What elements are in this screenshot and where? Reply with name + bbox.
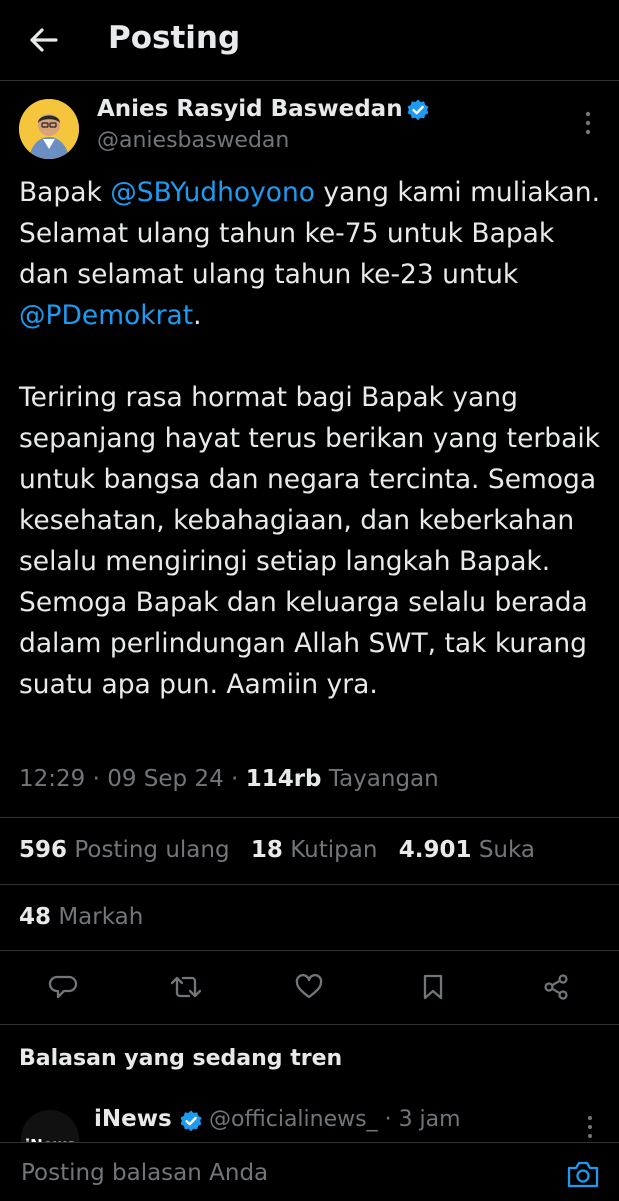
reply-more-options-button[interactable] <box>580 1114 600 1140</box>
stats-row: 596 Posting ulang 18 Kutipan 4.901 Suka <box>19 837 549 863</box>
camera-button[interactable] <box>566 1159 600 1189</box>
tweet-meta: 12:29 · 09 Sep 24 · 114rb Tayangan <box>19 766 439 792</box>
tweet-text-segment: Bapak <box>19 177 111 208</box>
reply-icon <box>48 975 78 999</box>
reposts-label: Posting ulang <box>74 837 230 863</box>
bookmarks-count: 48 <box>19 904 52 930</box>
reply-composer <box>0 1142 619 1201</box>
author-avatar[interactable] <box>19 99 79 159</box>
views-label: Tayangan <box>328 766 439 792</box>
more-options-button[interactable] <box>578 108 598 138</box>
tweet-date[interactable]: 09 Sep 24 <box>107 766 224 792</box>
likes-stat[interactable]: 4.901 Suka <box>399 837 535 863</box>
share-button[interactable] <box>531 962 581 1012</box>
tweet-time[interactable]: 12:29 <box>19 766 85 792</box>
like-icon <box>295 974 323 999</box>
reply-meta: @officialinews_ · 3 jam <box>209 1107 461 1132</box>
camera-icon <box>567 1161 599 1188</box>
tweet-text-segment: . <box>193 300 202 331</box>
tweet-paragraph-2: Teriring rasa hormat bagi Bapak yang sep… <box>19 382 601 700</box>
bookmarks-stat[interactable]: 48 Markah <box>19 904 143 930</box>
arrow-left-icon <box>30 28 58 52</box>
action-bar <box>0 962 619 1012</box>
likes-label: Suka <box>478 837 535 863</box>
more-vertical-icon <box>585 111 591 135</box>
views-count: 114rb <box>245 766 322 792</box>
share-icon <box>544 974 568 1000</box>
top-bar: Posting <box>0 0 619 81</box>
reply-author-name[interactable]: iNews <box>94 1106 172 1132</box>
reposts-stat[interactable]: 596 Posting ulang <box>19 837 230 863</box>
bookmarks-row: 48 Markah <box>19 904 157 930</box>
quotes-label: Kutipan <box>290 837 378 863</box>
more-vertical-icon <box>588 1116 592 1138</box>
author-name[interactable]: Anies Rasyid Baswedan <box>97 96 403 122</box>
author-avatar-illustration <box>19 99 79 159</box>
author-handle[interactable]: @aniesbaswedan <box>97 128 289 153</box>
mention-sbyudhoyono[interactable]: @SBYudhoyono <box>110 177 315 208</box>
divider <box>0 817 619 818</box>
page-title: Posting <box>108 20 241 56</box>
mention-pdemokrat[interactable]: @PDemokrat <box>19 300 193 331</box>
reply-input[interactable] <box>19 1153 543 1193</box>
like-button[interactable] <box>284 962 334 1012</box>
verified-badge-icon <box>405 98 431 124</box>
reply-time: 3 jam <box>398 1107 461 1132</box>
tweet-paragraph-1: Bapak @SBYudhoyono yang kami muliakan. S… <box>19 172 604 336</box>
bookmark-button[interactable] <box>408 962 458 1012</box>
retweet-icon <box>170 976 202 998</box>
bookmark-icon <box>423 974 443 1000</box>
reply-verified-badge-icon <box>178 1109 204 1135</box>
retweet-button[interactable] <box>161 962 211 1012</box>
likes-count: 4.901 <box>398 837 472 863</box>
reposts-count: 596 <box>19 837 68 863</box>
quotes-count: 18 <box>250 837 283 863</box>
divider <box>0 950 619 951</box>
divider <box>0 884 619 885</box>
back-button[interactable] <box>26 22 62 58</box>
bookmarks-label: Markah <box>58 904 144 930</box>
reply-author-handle[interactable]: @officialinews_ <box>209 1107 378 1132</box>
reply-button[interactable] <box>38 962 88 1012</box>
divider <box>0 1024 619 1025</box>
tweet-text: Bapak @SBYudhoyono yang kami muliakan. S… <box>19 172 604 705</box>
trending-replies-title: Balasan yang sedang tren <box>19 1046 343 1071</box>
quotes-stat[interactable]: 18 Kutipan <box>251 837 378 863</box>
